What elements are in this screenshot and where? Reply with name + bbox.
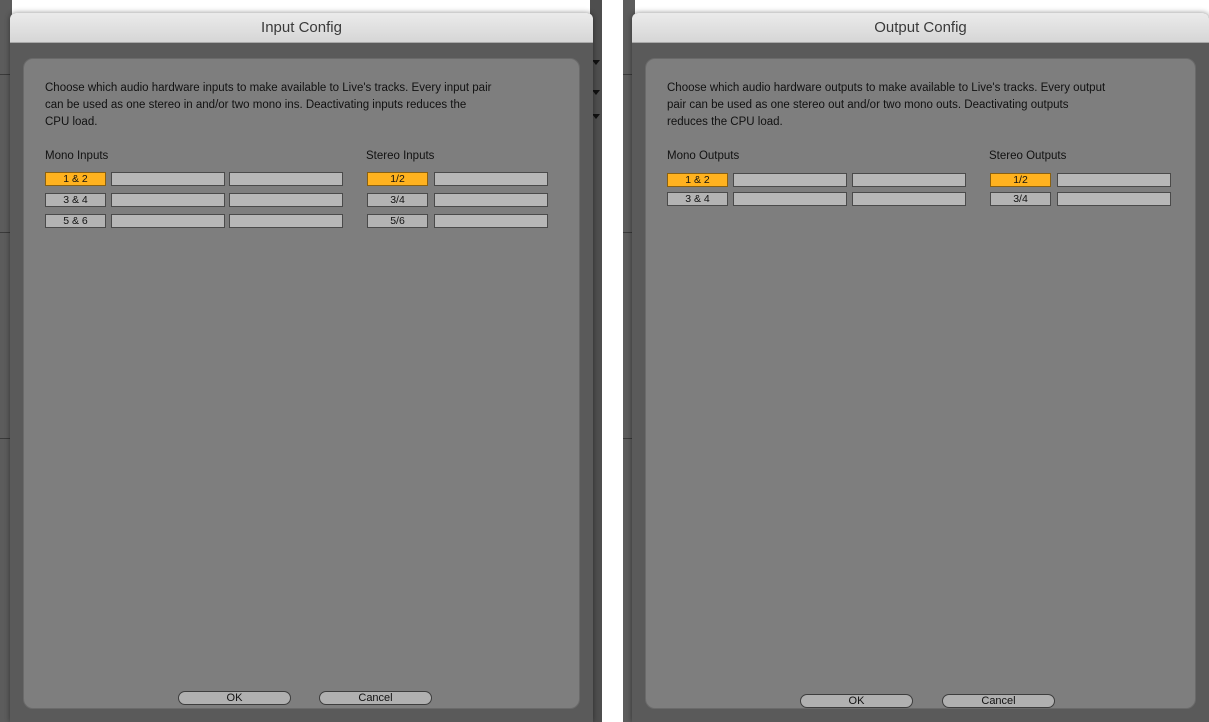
dialog-frame: Choose which audio hardware inputs to ma… [10,43,593,722]
stereo-pair-toggle-1-2[interactable]: 1/2 [990,173,1051,187]
mono-channel-toggle-5[interactable] [111,214,225,228]
mono-channel-toggle-4[interactable] [852,192,966,206]
dialog-title: Output Config [632,13,1209,43]
output-config-dialog: Output Config Choose which audio hardwar… [632,13,1209,722]
dialog-description: Choose which audio hardware inputs to ma… [45,80,491,131]
stereo-inputs-label: Stereo Inputs [366,150,435,162]
dialog-content: Choose which audio hardware outputs to m… [645,58,1196,709]
stereo-pair-toggle-5-6[interactable]: 5/6 [367,214,428,228]
mono-channel-toggle-3[interactable] [111,193,225,207]
dialog-description: Choose which audio hardware outputs to m… [667,80,1105,131]
mono-outputs-label: Mono Outputs [667,150,740,162]
description-line: can be used as one stereo in and/or two … [45,99,467,111]
input-config-dialog: Input Config Choose which audio hardware… [10,13,593,722]
cancel-button[interactable]: Cancel [319,691,432,705]
mono-channel-toggle-1[interactable] [733,173,847,187]
stereo-channel-toggle-1-2[interactable] [434,172,548,186]
chevron-down-icon [592,114,600,119]
mono-inputs-label: Mono Inputs [45,150,109,162]
description-line: CPU load. [45,116,98,128]
chevron-down-icon [592,60,600,65]
mono-pair-toggle-5-6[interactable]: 5 & 6 [45,214,106,228]
mono-pair-toggle-1-2[interactable]: 1 & 2 [45,172,106,186]
dialog-frame: Choose which audio hardware outputs to m… [632,43,1209,722]
stereo-outputs-label: Stereo Outputs [989,150,1067,162]
description-line: reduces the CPU load. [667,116,783,128]
stereo-channel-toggle-5-6[interactable] [434,214,548,228]
mono-pair-toggle-3-4[interactable]: 3 & 4 [667,192,728,206]
mono-channel-toggle-1[interactable] [111,172,225,186]
mono-pair-toggle-1-2[interactable]: 1 & 2 [667,173,728,187]
stereo-channel-toggle-3-4[interactable] [434,193,548,207]
dialog-content: Choose which audio hardware inputs to ma… [23,58,580,709]
stereo-pair-toggle-1-2[interactable]: 1/2 [367,172,428,186]
mono-channel-toggle-2[interactable] [852,173,966,187]
description-line: Choose which audio hardware outputs to m… [667,82,1106,94]
dialog-title: Input Config [10,13,593,43]
stereo-channel-toggle-1-2[interactable] [1057,173,1171,187]
description-line: Choose which audio hardware inputs to ma… [45,82,492,94]
mono-pair-toggle-3-4[interactable]: 3 & 4 [45,193,106,207]
stereo-pair-toggle-3-4[interactable]: 3/4 [367,193,428,207]
mono-channel-toggle-2[interactable] [229,172,343,186]
mono-channel-toggle-6[interactable] [229,214,343,228]
mono-channel-toggle-4[interactable] [229,193,343,207]
stereo-channel-toggle-3-4[interactable] [1057,192,1171,206]
cancel-button[interactable]: Cancel [942,694,1055,708]
stereo-pair-toggle-3-4[interactable]: 3/4 [990,192,1051,206]
ok-button[interactable]: OK [178,691,291,705]
mono-channel-toggle-3[interactable] [733,192,847,206]
description-line: pair can be used as one stereo out and/o… [667,99,1069,111]
chevron-down-icon [592,90,600,95]
ok-button[interactable]: OK [800,694,913,708]
